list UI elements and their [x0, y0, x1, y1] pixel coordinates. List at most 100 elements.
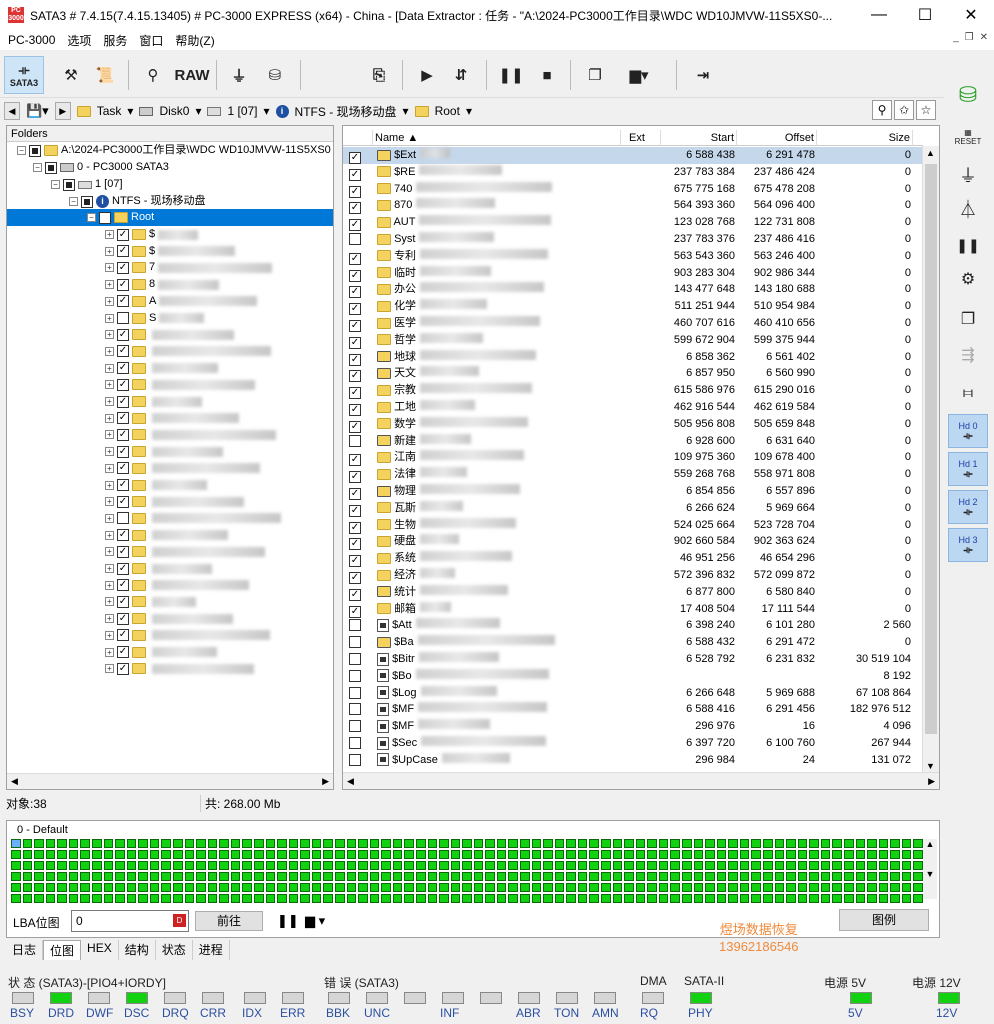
- expand-icon[interactable]: +: [105, 614, 114, 624]
- file-checkbox[interactable]: [349, 737, 361, 749]
- file-row[interactable]: ✓ 天文 6 857 950 6 560 990 0: [343, 365, 923, 383]
- nav-disk[interactable]: Disk0: [159, 104, 189, 118]
- tree-folder-node[interactable]: + ✓: [105, 343, 271, 360]
- tree-checkbox[interactable]: ✓: [117, 495, 129, 508]
- nav-fs[interactable]: NTFS - 现场移动盘: [295, 103, 397, 120]
- binoculars-icon[interactable]: ⚲: [138, 58, 168, 92]
- expand-icon[interactable]: +: [105, 530, 114, 540]
- expand-icon[interactable]: +: [105, 580, 114, 590]
- pause-icon[interactable]: ❚❚: [948, 228, 988, 262]
- file-checkbox[interactable]: [349, 653, 361, 665]
- file-checkbox[interactable]: ✓: [349, 168, 361, 181]
- file-row[interactable]: $Att 6 398 240 6 101 280 2 560: [343, 617, 923, 634]
- file-checkbox[interactable]: ✓: [349, 538, 361, 551]
- star-filter-icon[interactable]: ✩: [894, 100, 914, 120]
- file-checkbox[interactable]: ✓: [349, 404, 361, 416]
- file-checkbox[interactable]: [349, 686, 361, 699]
- file-row[interactable]: ✓ AUT 123 028 768 122 731 808 0: [343, 214, 923, 232]
- file-checkbox[interactable]: ✓: [349, 504, 361, 517]
- tree-checkbox[interactable]: ✓: [117, 529, 129, 542]
- reset-button[interactable]: ▦ RESET: [948, 120, 988, 154]
- tools-icon[interactable]: ⚒: [56, 58, 86, 92]
- chevron-down-icon[interactable]: ▾: [195, 104, 201, 118]
- file-checkbox[interactable]: ✓: [349, 303, 361, 316]
- expand-icon[interactable]: +: [105, 664, 114, 674]
- file-row[interactable]: ✓ 870 564 393 360 564 096 400 0: [343, 197, 923, 215]
- files-vscrollbar[interactable]: ▲ ▼: [922, 146, 939, 773]
- tree-checkbox[interactable]: ✓: [117, 462, 129, 475]
- hd3-button[interactable]: Hd 3 ⟛: [948, 528, 988, 562]
- hex-dec-icon[interactable]: D: [173, 914, 186, 927]
- tree-folder-node[interactable]: + ✓: [105, 410, 239, 427]
- tree-folder-node[interactable]: + ✓: [105, 443, 223, 460]
- expand-icon[interactable]: +: [105, 547, 114, 557]
- tab-hex[interactable]: HEX: [81, 940, 119, 960]
- map-view-dropdown[interactable]: ▆▾: [616, 58, 662, 92]
- file-checkbox[interactable]: ✓: [349, 185, 361, 198]
- file-row[interactable]: ✓ 法律 559 268 768 558 971 808 0: [343, 466, 923, 484]
- file-row[interactable]: ✓ $Ext 6 588 438 6 291 478 0: [343, 147, 923, 164]
- file-row[interactable]: ✓ 宗教 615 586 976 615 290 016 0: [343, 382, 923, 400]
- expand-icon[interactable]: +: [105, 597, 114, 607]
- collapse-icon[interactable]: −: [17, 146, 26, 155]
- expand-icon[interactable]: +: [105, 647, 114, 657]
- tree-device-node[interactable]: − 0 - PC3000 SATA3: [33, 159, 169, 176]
- menu-help[interactable]: 帮助(Z): [175, 32, 214, 49]
- col-start[interactable]: Start: [661, 130, 737, 146]
- tree-checkbox[interactable]: ✓: [117, 479, 129, 491]
- expand-icon[interactable]: +: [105, 230, 114, 239]
- file-checkbox[interactable]: ✓: [349, 521, 361, 534]
- pause-icon[interactable]: ❚❚: [496, 58, 526, 92]
- file-row[interactable]: ✓ 硬盘 902 660 584 902 363 624 0: [343, 533, 923, 551]
- files-hscrollbar[interactable]: ◀ ▶: [343, 772, 939, 789]
- expand-icon[interactable]: +: [105, 430, 114, 440]
- exit-icon[interactable]: ⇥: [688, 58, 718, 92]
- col-name[interactable]: Name ▲: [373, 130, 621, 146]
- mdi-minimize-icon[interactable]: _: [953, 32, 959, 43]
- tree-checkbox[interactable]: [117, 312, 129, 324]
- expand-icon[interactable]: +: [105, 447, 114, 457]
- expand-icon[interactable]: +: [105, 397, 114, 406]
- file-checkbox[interactable]: [349, 636, 361, 649]
- star-icon[interactable]: ☆: [916, 100, 936, 120]
- close-button[interactable]: ✕: [948, 0, 994, 30]
- tree-task-node[interactable]: − A:\2024-PC3000工作目录\WDC WD10JMVW-11S5XS…: [17, 142, 331, 159]
- expand-icon[interactable]: +: [105, 630, 114, 640]
- file-row[interactable]: $Sec 6 397 720 6 100 760 267 944: [343, 735, 923, 752]
- search-icon[interactable]: ⚲: [872, 100, 892, 120]
- tree-folder-node[interactable]: + ✓: [105, 493, 244, 510]
- power-icon[interactable]: ⏚: [948, 158, 988, 192]
- file-checkbox[interactable]: ✓: [349, 555, 361, 568]
- file-row[interactable]: $Bo 8 192: [343, 668, 923, 685]
- chevron-down-icon[interactable]: ▾: [264, 104, 270, 118]
- file-checkbox[interactable]: [349, 619, 361, 632]
- tree-folder-node[interactable]: +: [105, 510, 281, 527]
- file-checkbox[interactable]: ✓: [349, 454, 361, 467]
- tree-folder-node[interactable]: + ✓: [105, 577, 249, 594]
- minimize-button[interactable]: —: [856, 0, 902, 30]
- file-row[interactable]: ✓ 办公 143 477 648 143 180 688 0: [343, 281, 923, 299]
- file-row[interactable]: ✓ 江南 109 975 360 109 678 400 0: [343, 449, 923, 467]
- forward-icon[interactable]: ▶: [54, 102, 71, 120]
- file-checkbox[interactable]: ✓: [349, 320, 361, 332]
- bitmap-vscrollbar[interactable]: ▲ ▼: [923, 839, 937, 899]
- process-icon[interactable]: ⇵: [446, 58, 476, 92]
- expand-icon[interactable]: +: [105, 313, 114, 323]
- menu-service[interactable]: 服务: [103, 32, 127, 49]
- collapse-icon[interactable]: −: [33, 163, 42, 172]
- file-row[interactable]: ✓ 地球 6 858 362 6 561 402 0: [343, 349, 923, 366]
- windows-icon[interactable]: ❐: [580, 58, 610, 92]
- file-checkbox[interactable]: ✓: [349, 286, 361, 299]
- lba-input[interactable]: 0: [71, 910, 189, 932]
- tree-folder-node[interactable]: + ✓: [105, 543, 265, 560]
- file-row[interactable]: ✓ 系统 46 951 256 46 654 296 0: [343, 550, 923, 568]
- file-checkbox[interactable]: ✓: [349, 202, 361, 215]
- expand-icon[interactable]: +: [105, 480, 114, 490]
- tab-status[interactable]: 状态: [156, 940, 193, 960]
- file-checkbox[interactable]: ✓: [349, 152, 361, 164]
- tree-checkbox[interactable]: ✓: [117, 545, 129, 558]
- file-checkbox[interactable]: [349, 669, 361, 682]
- mdi-restore-icon[interactable]: ❐: [965, 32, 974, 43]
- image-icon[interactable]: ⏚: [224, 58, 254, 92]
- expand-icon[interactable]: +: [105, 413, 114, 423]
